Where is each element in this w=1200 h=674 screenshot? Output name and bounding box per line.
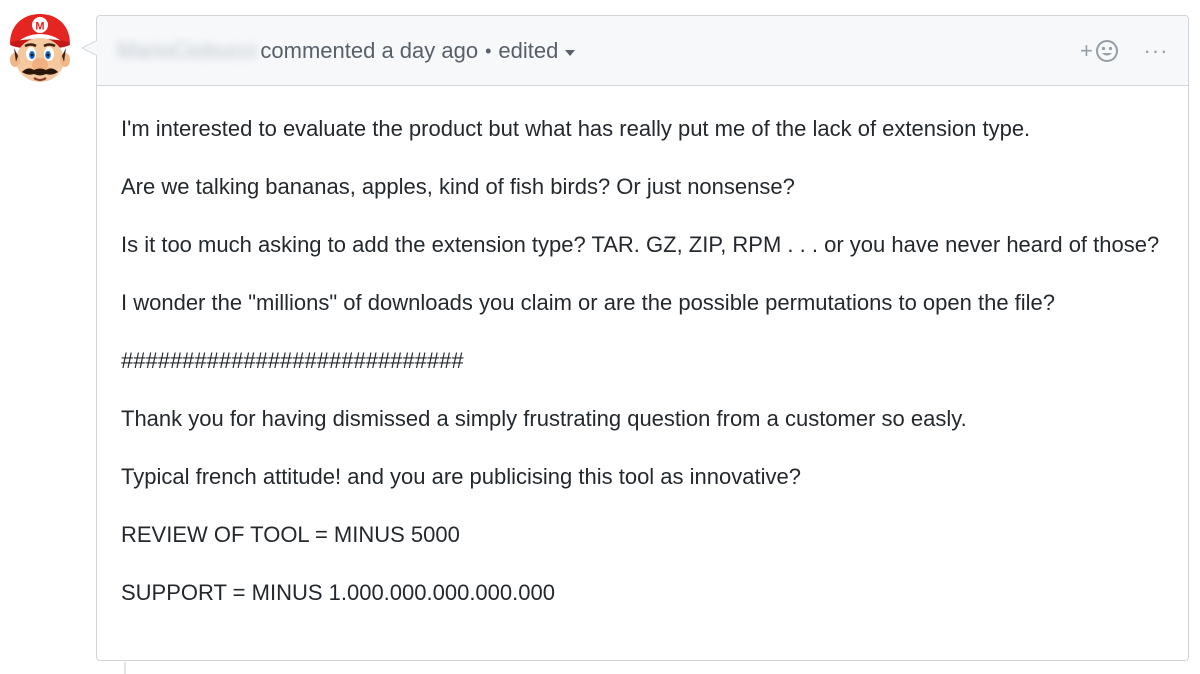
comment-meta: MarioCiobucci commented a day ago • edit… [117,36,576,66]
more-options-button[interactable]: ··· [1143,37,1169,65]
comment-paragraph: Typical french attitude! and you are pub… [121,464,801,489]
comment-paragraph: REVIEW OF TOOL = MINUS 5000 [121,522,460,547]
comment-paragraph: ############################ [121,348,464,373]
avatar[interactable]: M [4,10,76,86]
add-reaction-button[interactable]: + [1080,37,1126,65]
comment-paragraph: Thank you for having dismissed a simply … [121,406,967,431]
edited-label: edited [498,38,559,63]
meta-separator: • [485,40,492,61]
plus-label: + [1080,38,1093,63]
comment-paragraph: I wonder the "millions" of downloads you… [121,290,1056,315]
comment-box: MarioCiobucci commented a day ago • edit… [81,15,1189,661]
comment-paragraph: Are we talking bananas, apples, kind of … [121,174,795,199]
comment-action[interactable]: commented a day ago [260,38,478,64]
mario-avatar-icon: M [10,14,70,82]
edited-dropdown[interactable]: edited [498,38,576,64]
svg-text:M: M [35,21,44,33]
caret-down-icon [565,49,576,56]
smiley-icon [1095,40,1118,62]
timeline-connector [124,662,126,674]
author-name[interactable]: MarioCiobucci [117,38,256,64]
comment-paragraph: I'm interested to evaluate the product b… [121,116,1031,141]
comment-paragraph: Is it too much asking to add the extensi… [121,232,1160,257]
comment-paragraph: SUPPORT = MINUS 1.000.000.000.000.000 [121,580,555,605]
comment-header: MarioCiobucci commented a day ago • edit… [97,16,1188,86]
comment-body: I'm interested to evaluate the product b… [121,113,1166,635]
